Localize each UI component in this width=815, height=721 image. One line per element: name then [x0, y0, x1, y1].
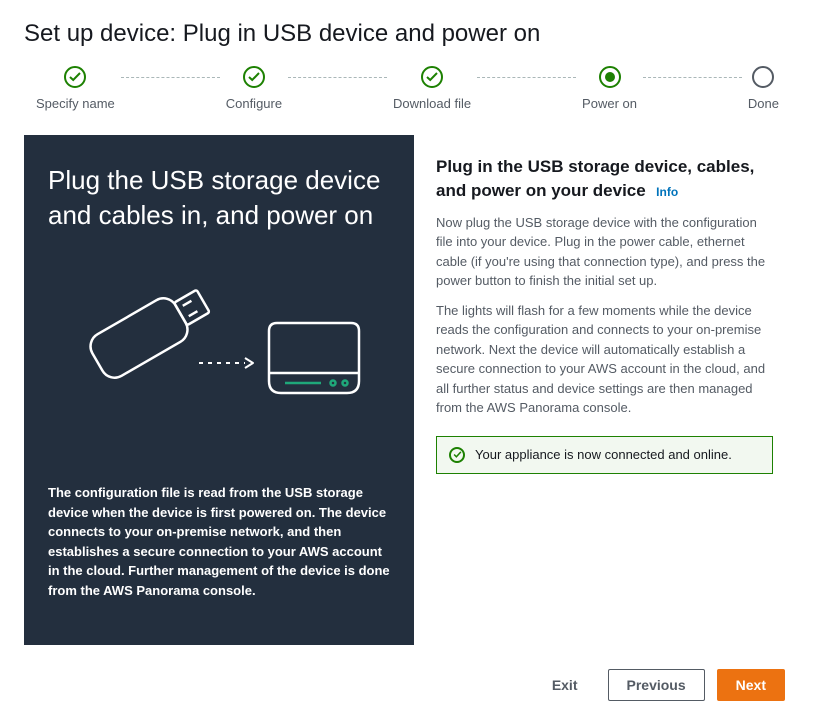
current-step-icon [599, 66, 621, 88]
step-connector [643, 77, 742, 78]
step-configure: Configure [226, 66, 282, 111]
left-panel: Plug the USB storage device and cables i… [24, 135, 414, 645]
page-title: Set up device: Plug in USB device and po… [24, 20, 791, 48]
status-text: Your appliance is now connected and onli… [475, 447, 732, 462]
exit-button[interactable]: Exit [534, 670, 596, 700]
left-title: Plug the USB storage device and cables i… [48, 163, 390, 233]
check-icon [243, 66, 265, 88]
step-label: Specify name [36, 96, 115, 111]
status-box: Your appliance is now connected and onli… [436, 436, 773, 474]
next-button[interactable]: Next [717, 669, 785, 701]
right-title: Plug in the USB storage device, cables, … [436, 157, 754, 200]
right-heading-row: Plug in the USB storage device, cables, … [436, 155, 773, 203]
step-label: Power on [582, 96, 637, 111]
left-description: The configuration file is read from the … [48, 483, 390, 600]
step-label: Configure [226, 96, 282, 111]
previous-button[interactable]: Previous [608, 669, 705, 701]
step-specify-name: Specify name [36, 66, 115, 111]
step-label: Download file [393, 96, 471, 111]
usb-to-device-illustration [48, 273, 390, 433]
step-power-on: Power on [582, 66, 637, 111]
main-content: Plug the USB storage device and cables i… [24, 135, 791, 645]
future-step-icon [752, 66, 774, 88]
right-paragraph-2: The lights will flash for a few moments … [436, 301, 773, 418]
step-label: Done [748, 96, 779, 111]
check-icon [64, 66, 86, 88]
step-done: Done [748, 66, 779, 111]
info-link[interactable]: Info [656, 185, 678, 199]
right-panel: Plug in the USB storage device, cables, … [414, 135, 791, 645]
step-connector [121, 77, 220, 78]
check-icon [421, 66, 443, 88]
right-paragraph-1: Now plug the USB storage device with the… [436, 213, 773, 291]
footer: Exit Previous Next [24, 669, 791, 701]
success-icon [449, 447, 465, 463]
step-download-file: Download file [393, 66, 471, 111]
step-connector [477, 77, 576, 78]
stepper: Specify name Configure Download file Pow… [24, 66, 791, 111]
step-connector [288, 77, 387, 78]
